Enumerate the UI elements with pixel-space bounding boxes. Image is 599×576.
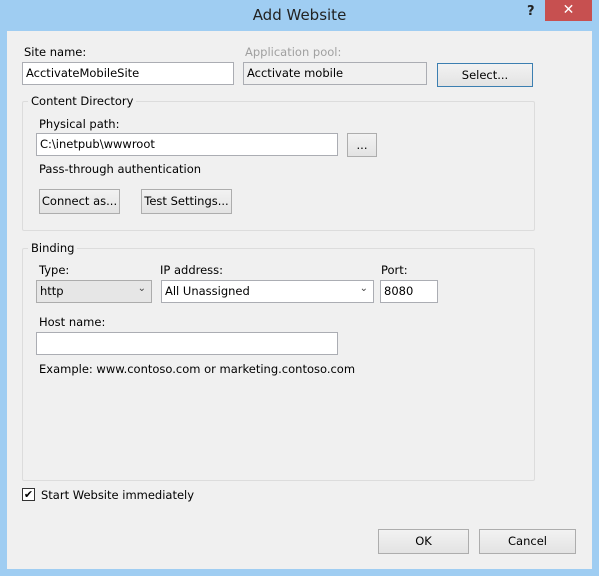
content-directory-legend: Content Directory xyxy=(28,94,137,108)
help-button[interactable]: ? xyxy=(527,4,535,19)
type-label: Type: xyxy=(39,263,70,277)
app-pool-field: Acctivate mobile xyxy=(243,62,427,85)
physical-path-input[interactable]: C:\inetpub\wwwroot xyxy=(36,133,338,156)
window-title: Add Website xyxy=(252,6,347,24)
ok-button[interactable]: OK xyxy=(378,529,469,554)
auth-status: Pass-through authentication xyxy=(39,162,202,176)
binding-legend: Binding xyxy=(28,241,78,255)
site-name-input[interactable]: AcctivateMobileSite xyxy=(22,62,234,85)
host-name-label: Host name: xyxy=(39,315,106,329)
type-value: http xyxy=(40,284,64,298)
start-website-checkbox[interactable]: ✔ xyxy=(22,488,35,501)
type-select[interactable]: http ⌄ xyxy=(36,280,152,303)
app-pool-label: Application pool: xyxy=(245,45,342,59)
site-name-label: Site name: xyxy=(24,45,87,59)
physical-path-label: Physical path: xyxy=(39,117,120,131)
browse-button[interactable]: ... xyxy=(347,133,377,157)
host-name-input[interactable] xyxy=(36,332,338,355)
connect-as-button[interactable]: Connect as... xyxy=(39,189,120,214)
chevron-down-icon: ⌄ xyxy=(137,283,146,294)
test-settings-button[interactable]: Test Settings... xyxy=(141,189,232,214)
port-input[interactable]: 8080 xyxy=(380,280,438,303)
select-button[interactable]: Select... xyxy=(437,63,533,87)
cancel-button[interactable]: Cancel xyxy=(479,529,576,554)
start-website-label[interactable]: Start Website immediately xyxy=(41,488,194,502)
chevron-down-icon: ⌄ xyxy=(359,283,368,294)
close-button[interactable]: ✕ xyxy=(545,0,592,21)
host-name-example: Example: www.contoso.com or marketing.co… xyxy=(39,362,356,376)
port-label: Port: xyxy=(381,263,408,277)
ip-address-label: IP address: xyxy=(160,263,224,277)
ip-address-value: All Unassigned xyxy=(165,284,250,298)
ip-address-select[interactable]: All Unassigned ⌄ xyxy=(161,280,374,303)
